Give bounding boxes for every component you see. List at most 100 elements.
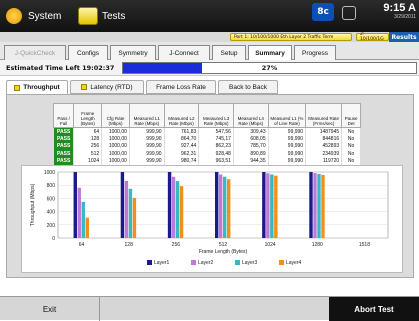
table-cell: 1000,00 (101, 142, 130, 150)
signal-icon (342, 6, 356, 20)
tests-button[interactable]: Tests (78, 4, 125, 28)
bar-layer2 (171, 176, 176, 238)
throughput-chart: 1000 800 600 400 200 0 64 128 256 512 1024 1280 1518… (21, 165, 403, 273)
ports-badge[interactable]: 8c (312, 3, 334, 21)
abort-test-button[interactable]: Abort Test (329, 297, 419, 321)
tab-label: Progress (301, 49, 328, 57)
table-cell: 1000,00 (101, 127, 130, 135)
estimated-time-label: Estimated Time Left 19:02:37 (6, 64, 115, 72)
bar-layer4 (321, 174, 325, 238)
table-row: PASS 128 1000,00 999,90 864,70 745,17 608,05 99… (52, 135, 361, 143)
bar-layer1 (120, 172, 125, 238)
bar-layer4 (227, 179, 231, 238)
tab-j-quickcheck[interactable]: J-QuickCheck (4, 45, 66, 60)
tab-label: J-Connect (169, 49, 199, 57)
table-cell: 999,90 (128, 157, 165, 165)
result-subtabs: Throughput Latency (RTD) Frame Loss Rate… (6, 80, 414, 95)
y-tick-label: 800 (47, 183, 56, 189)
status-square-icon (14, 84, 21, 91)
tab-label: Setup (220, 49, 238, 57)
pass-fail-cell: PASS (52, 142, 75, 150)
table-cell: 512 (73, 150, 103, 158)
tab-j-connect[interactable]: J-Connect (158, 45, 210, 60)
system-button[interactable]: System (4, 4, 61, 28)
y-tick-label: 600 (47, 196, 56, 202)
estimated-time-row: Estimated Time Left 19:02:37 27% (0, 60, 419, 76)
abort-label: Abort Test (354, 304, 394, 314)
table-cell: 844816 (305, 135, 343, 143)
subtab-frame-loss[interactable]: Frame Loss Rate (146, 80, 216, 94)
subtab-throughput[interactable]: Throughput (6, 80, 68, 94)
bar-layer4 (179, 186, 184, 238)
table-cell: 256 (73, 142, 103, 150)
throughput-chart-svg: 1000 800 600 400 200 0 64 128 256 512 1024 1280 1518… (30, 170, 389, 266)
pass-fail-cell: PASS (52, 157, 75, 165)
tab-label: Symmetry (118, 49, 148, 57)
y-tick-label: 1000 (44, 170, 55, 176)
column-header: Measured L4 Rate (Mbps) (232, 103, 269, 128)
throughput-panel: Pass / Fail Frame Length (Bytes) Cfg Rate … (6, 94, 414, 278)
table-cell: 999,90 (128, 142, 165, 150)
column-header: Measured L2 Rate (Mbps) (163, 103, 200, 128)
tests-label: Tests (102, 10, 126, 22)
table-cell: 64 (73, 127, 103, 135)
port1-status[interactable]: Port 1: 10/100/1000 Eth Layer 2 Traffic … (230, 33, 352, 41)
table-cell: No (341, 157, 361, 165)
bar-layer1 (73, 172, 77, 238)
table-cell: No (341, 142, 361, 150)
table-cell: 761,83 (163, 127, 200, 135)
x-tick-label: 1024 (265, 242, 276, 248)
port2-status[interactable]: 2: 10/100/1G (356, 32, 389, 42)
subtab-latency[interactable]: Latency (RTD) (70, 80, 144, 94)
exit-button[interactable]: Exit (0, 297, 100, 321)
status-bar: Port 1: 10/100/1000 Eth Layer 2 Traffic … (0, 32, 419, 42)
y-axis-label: Throughput (Mbps) (30, 183, 36, 226)
table-cell: 452893 (305, 142, 343, 150)
column-header: Measured Rate (Frms/sec) (305, 103, 343, 128)
table-row: PASS 64 1000,00 999,90 761,83 547,56 309,43 99,… (52, 127, 361, 135)
table-cell: 1000,00 (101, 135, 130, 143)
table-row: PASS 256 1000,00 999,90 927,44 862,23 785,70 99… (52, 142, 361, 150)
tab-configs[interactable]: Configs (68, 45, 108, 60)
pass-fail-cell: PASS (52, 135, 75, 143)
clock-date: 3/29/2011 (394, 14, 416, 20)
bar-layer2 (219, 174, 223, 238)
table-cell: No (341, 127, 361, 135)
table-cell: 962,31 (163, 150, 200, 158)
tab-label: J-QuickCheck (14, 49, 56, 57)
clock-time: 9:15 A (383, 2, 416, 14)
table-cell: 99,990 (267, 150, 307, 158)
bar-layer3 (317, 173, 321, 238)
tab-symmetry[interactable]: Symmetry (110, 45, 156, 60)
table-cell: 99,990 (267, 142, 307, 150)
bar-layer3 (128, 188, 133, 238)
table-cell: 1000,00 (101, 157, 130, 165)
legend-swatch (147, 260, 152, 265)
tab-label: Summary (255, 50, 285, 57)
subtab-label: Back to Back (229, 83, 267, 91)
tab-progress[interactable]: Progress (294, 45, 336, 60)
legend-swatch (191, 260, 196, 265)
column-header: Frame Length (Bytes) (73, 103, 103, 128)
legend-swatch (279, 260, 284, 265)
column-header: Measured L1 (% of Line Rate) (267, 103, 307, 128)
port2-status-text: 2: 10/100/1G (360, 32, 384, 42)
bar-layer1 (262, 172, 266, 238)
table-cell: No (341, 135, 361, 143)
column-header: Pause Det (341, 103, 361, 128)
tab-summary[interactable]: Summary (248, 45, 292, 61)
progress-percent: 27% (261, 64, 278, 72)
tab-setup[interactable]: Setup (212, 45, 246, 60)
table-cell: 999,90 (128, 135, 165, 143)
bar-layer1 (309, 172, 313, 238)
results-label: Results (391, 33, 417, 41)
x-tick-label: 1280 (312, 242, 323, 248)
bar-layer2 (77, 187, 81, 238)
system-label: System (28, 10, 62, 22)
table-cell: 1024 (73, 157, 103, 165)
bar-layer3 (175, 181, 180, 238)
legend-label: Layer1 (154, 260, 170, 266)
subtab-back-to-back[interactable]: Back to Back (218, 80, 278, 94)
results-tab[interactable]: Results (389, 32, 419, 42)
x-tick-label: 256 (172, 242, 181, 248)
